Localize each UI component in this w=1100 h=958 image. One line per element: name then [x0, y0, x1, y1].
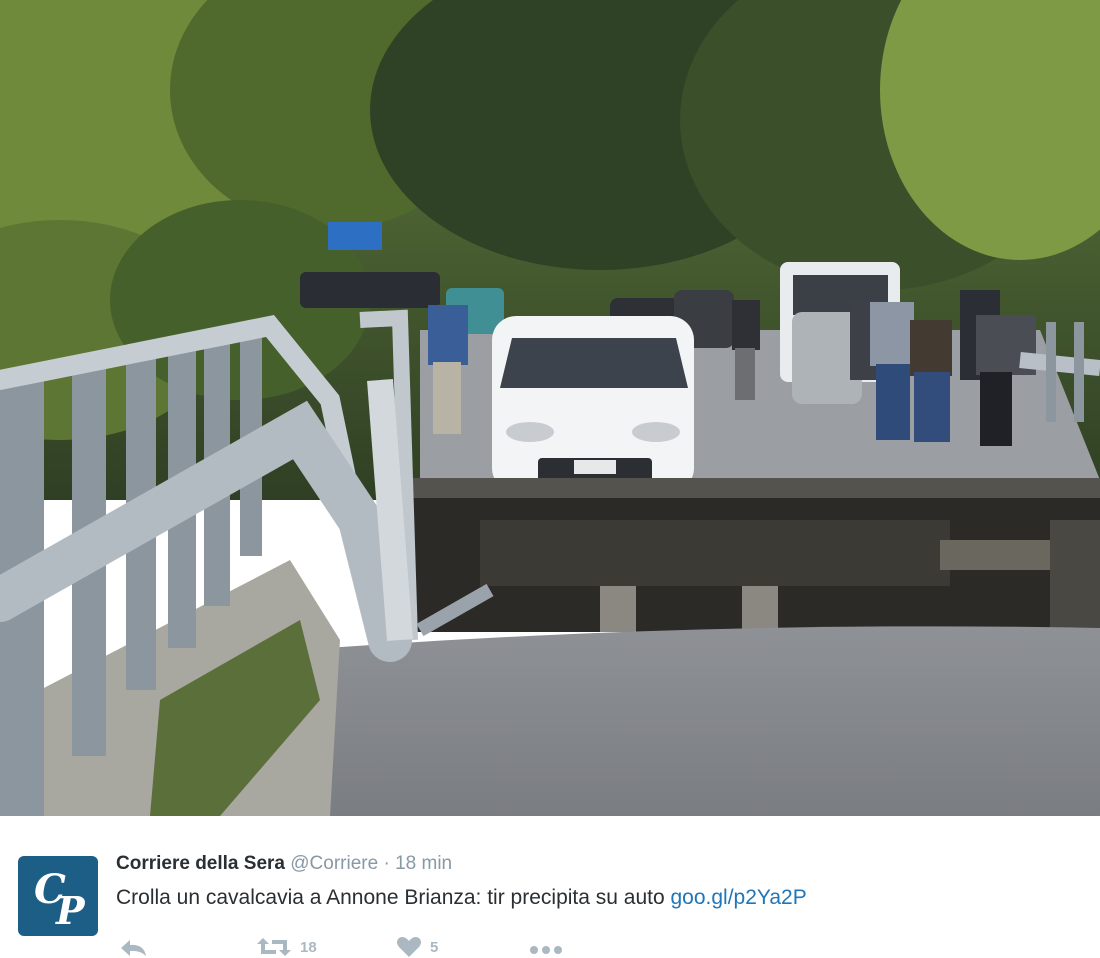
tweet-photo[interactable] [0, 0, 1100, 816]
author-name[interactable]: Corriere della Sera [116, 853, 285, 874]
retweet-count: 18 [300, 938, 317, 956]
heart-icon [396, 936, 422, 958]
tweet-text: Crolla un cavalcavia a Annone Brianza: t… [116, 886, 807, 910]
reply-icon [118, 936, 148, 958]
like-button[interactable]: 5 [396, 936, 438, 958]
tweet-actions: 18 5 [116, 936, 616, 958]
retweet-button[interactable]: 18 [256, 936, 317, 958]
timestamp[interactable]: 18 min [395, 853, 452, 874]
more-button[interactable] [528, 936, 564, 958]
separator: · [383, 853, 390, 874]
avatar-logo-text-secondary: P [56, 888, 85, 933]
author-handle[interactable]: @Corriere [290, 853, 378, 874]
reply-button[interactable] [118, 936, 148, 958]
like-count: 5 [430, 938, 439, 956]
bridge-collapse-photo [0, 0, 1100, 816]
tweet-header: Corriere della Sera @Corriere · 18 min [116, 853, 452, 875]
avatar[interactable]: C P [18, 856, 98, 936]
more-icon [528, 936, 564, 958]
tweet-link[interactable]: goo.gl/p2Ya2P [670, 886, 806, 909]
tweet-text-body: Crolla un cavalcavia a Annone Brianza: t… [116, 886, 671, 909]
retweet-icon [256, 936, 292, 958]
